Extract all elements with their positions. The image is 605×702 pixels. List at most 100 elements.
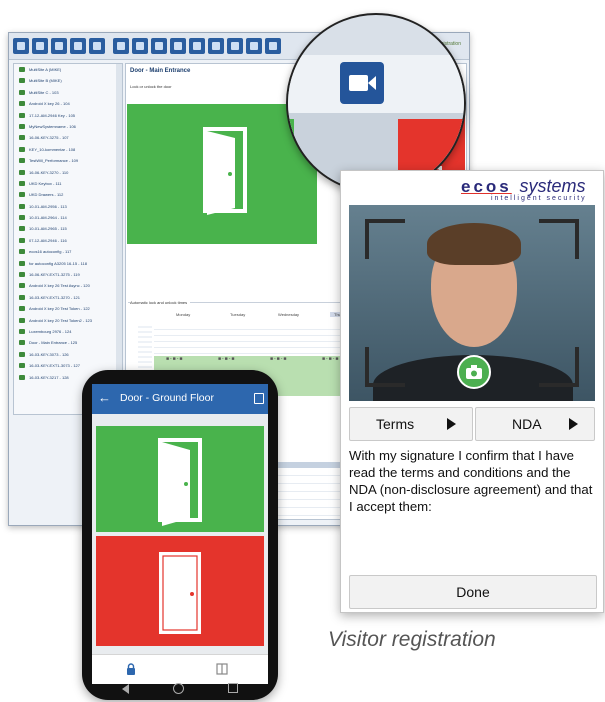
tree-item[interactable]: UKD Keybox - 111 [14, 178, 122, 189]
closed-door-icon [159, 552, 201, 634]
calendar-icon[interactable] [227, 38, 243, 54]
tree-item[interactable]: 17-12-AM-2946 Key - 105 [14, 110, 122, 121]
page-title: Door - Main Entrance [130, 68, 191, 74]
tree-item[interactable]: 10-01-AM-2964 - 114 [14, 212, 122, 223]
tree-item[interactable]: 16-06-KEY-3270 - 110 [14, 167, 122, 178]
terms-button[interactable]: Terms [349, 407, 473, 441]
tree-item-label: 07-12-AM-2946 - 116 [29, 237, 67, 243]
take-photo-button[interactable] [457, 355, 491, 389]
device-icon [19, 260, 25, 266]
device-icon [19, 226, 25, 232]
phone-screen: ← Door - Ground Floor [92, 384, 268, 684]
tools-icon[interactable] [189, 38, 205, 54]
device-icon [19, 192, 25, 198]
person-icon[interactable] [170, 38, 186, 54]
door-icon[interactable] [216, 663, 228, 675]
nda-button[interactable]: NDA [475, 407, 595, 441]
tree-item[interactable]: Android X key 26 - 104 [14, 98, 122, 109]
tree-item-label: 16-03-KEY-3073 - 126 [29, 351, 69, 357]
device-icon [19, 306, 25, 312]
list-icon[interactable] [132, 38, 148, 54]
device-icon [19, 101, 25, 107]
smartphone: ← Door - Ground Floor [82, 370, 278, 700]
tree-item-label: Android X key 20 Test Token - 122 [29, 306, 90, 312]
tree-item[interactable]: Door - Main Entrance - 125 [14, 337, 122, 348]
device-icon [19, 169, 25, 175]
grid-icon[interactable] [51, 38, 67, 54]
visitor-hair [427, 223, 521, 265]
device-icon [19, 272, 25, 278]
search-icon[interactable] [151, 38, 167, 54]
schedule-marker: ■-■-■ [218, 356, 236, 362]
tree-item[interactable]: MultiSite B (MIKE) [14, 75, 122, 86]
tree-item-label: TestWill_Performance - 109 [29, 158, 79, 164]
android-nav-bar [82, 682, 278, 700]
printer-icon[interactable] [208, 38, 224, 54]
device-icon [19, 146, 25, 152]
video-camera-button[interactable] [340, 62, 384, 104]
tree-scrollbar[interactable] [116, 64, 122, 414]
user-icon[interactable] [89, 38, 105, 54]
tree-item-label: MultiSite A (MIKE) [29, 67, 62, 72]
schedule-marker: ■-■-■ [166, 356, 184, 362]
tree-item[interactable]: UKD Drawers - 112 [14, 189, 122, 200]
tree-item[interactable]: 16-03-KEY-3073 - 126 [14, 349, 122, 360]
tree-item-label: MultiSite C - 103 [29, 89, 59, 95]
device-icon [19, 180, 25, 186]
tree-item[interactable]: for autoconfig A3205 16-15 - 118 [14, 258, 122, 269]
home-icon[interactable] [13, 38, 29, 54]
device-tree-list: MultiSite A (MIKE) MultiSite B (MIKE) Mult… [14, 64, 122, 383]
device-icon [19, 89, 25, 95]
tree-item[interactable]: 07-12-AM-2946 - 116 [14, 235, 122, 246]
tree-item[interactable]: 16-06-KEY-3275 - 107 [14, 132, 122, 143]
tree-item[interactable]: Android X key 20 Test Token - 122 [14, 303, 122, 314]
device-icon [19, 283, 25, 289]
viewfinder-corner [539, 347, 579, 387]
tree-item[interactable]: Android X key 26 Test Async - 120 [14, 280, 122, 291]
tree-item[interactable]: MyNewSystemname - 106 [14, 121, 122, 132]
back-arrow-icon[interactable]: ← [98, 390, 111, 405]
device-tree: MultiSite A (MIKE) MultiSite B (MIKE) Mult… [13, 63, 123, 415]
phone-unlock-button[interactable] [96, 426, 264, 532]
tree-item[interactable]: 16-06-KEY-EXT1-3275 - 119 [14, 269, 122, 280]
tree-item[interactable]: MultiSite A (MIKE) [14, 64, 122, 75]
device-icon [19, 340, 25, 346]
done-button[interactable]: Done [349, 575, 597, 609]
help-icon[interactable] [246, 38, 262, 54]
key-icon[interactable] [113, 38, 129, 54]
tree-item-label: Android X key 20 Test Token2 - 123 [29, 317, 93, 323]
magnifier-callout [286, 13, 466, 193]
tree-item[interactable]: Android X key 20 Test Token2 - 123 [14, 315, 122, 326]
tree-item[interactable]: MultiSite C - 103 [14, 87, 122, 98]
info-icon[interactable] [32, 38, 48, 54]
tree-item[interactable]: 10-01-AM-2965 - 115 [14, 223, 122, 234]
device-icon [19, 328, 25, 334]
device-icon [19, 123, 25, 129]
tree-item[interactable]: ecos16 autoconfig - 117 [14, 246, 122, 257]
monitor-icon[interactable] [265, 38, 281, 54]
tree-item[interactable]: 10-01-AM-2956 - 113 [14, 201, 122, 212]
nav-back-icon[interactable] [122, 684, 129, 694]
phone-lock-button[interactable] [96, 536, 264, 646]
tree-item-label: Android X key 26 - 104 [29, 101, 70, 107]
tree-item[interactable]: KEY_10-kommentar - 108 [14, 144, 122, 155]
nav-home-icon[interactable] [173, 683, 184, 694]
tree-item[interactable]: Luxembourg 2976 - 124 [14, 326, 122, 337]
viewfinder-corner [365, 347, 405, 387]
device-icon [19, 374, 25, 380]
device-icon [19, 78, 25, 84]
tree-item-label: 16-06-KEY-3275 - 107 [29, 135, 69, 141]
schedule-day-headers: Monday Tuesday Wednesday Thursday [148, 312, 358, 320]
lock-icon[interactable] [126, 663, 136, 675]
nav-recent-icon[interactable] [228, 683, 238, 693]
tree-item[interactable]: TestWill_Performance - 109 [14, 155, 122, 166]
tree-item[interactable]: 16-03-KEY-EXT1-3270 - 121 [14, 292, 122, 303]
device-icon [19, 317, 25, 323]
phone-title: Door - Ground Floor [120, 392, 214, 404]
tree-item-label: 17-12-AM-2946 Key - 105 [29, 112, 76, 118]
visitor-registration-tablet: ecos systems intelligent security Terms … [340, 170, 604, 613]
device-icon [19, 351, 25, 357]
download-icon[interactable] [70, 38, 86, 54]
door-list-icon[interactable] [254, 393, 264, 404]
day-header: Wednesday [278, 312, 300, 317]
